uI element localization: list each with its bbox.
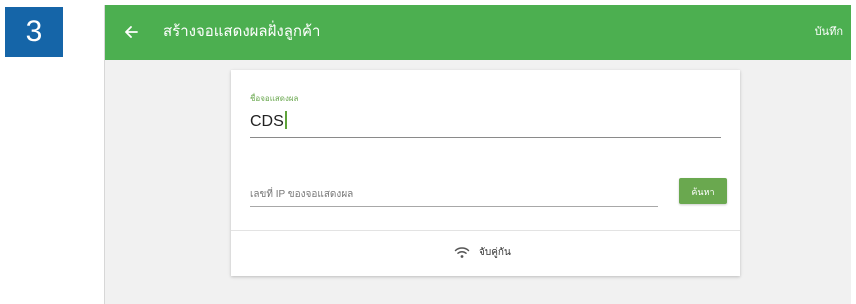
ip-address-input[interactable]	[250, 184, 658, 204]
wifi-icon	[454, 246, 470, 259]
app-bar: สร้างจอแสดงผลฝั่งลูกค้า บันทึก	[105, 5, 851, 60]
page: 3 สร้างจอแสดงผลฝั่งลูกค้า บันทึก ชื่อจอแ…	[0, 0, 856, 304]
pair-button[interactable]: จับคู่กัน	[231, 231, 740, 276]
display-name-label: ชื่อจอแสดงผล	[250, 94, 299, 103]
step-number-badge: 3	[5, 7, 63, 57]
search-button[interactable]: ค้นหา	[679, 178, 727, 204]
text-caret	[284, 111, 287, 129]
app-screen: สร้างจอแสดงผลฝั่งลูกค้า บันทึก ชื่อจอแสด…	[105, 5, 851, 304]
page-title: สร้างจอแสดงผลฝั่งลูกค้า	[163, 23, 321, 40]
display-name-text: CDS	[250, 113, 284, 130]
ip-address-field-wrapper	[250, 182, 658, 207]
display-name-value: CDS	[250, 111, 287, 131]
save-button[interactable]: บันทึก	[815, 23, 843, 41]
pair-label: จับคู่กัน	[479, 247, 511, 258]
display-form-card: ชื่อจอแสดงผล CDS ค้นหา จับคู่กัน	[231, 70, 740, 276]
back-arrow-icon[interactable]	[122, 20, 140, 44]
display-name-field[interactable]: CDS	[250, 107, 721, 138]
